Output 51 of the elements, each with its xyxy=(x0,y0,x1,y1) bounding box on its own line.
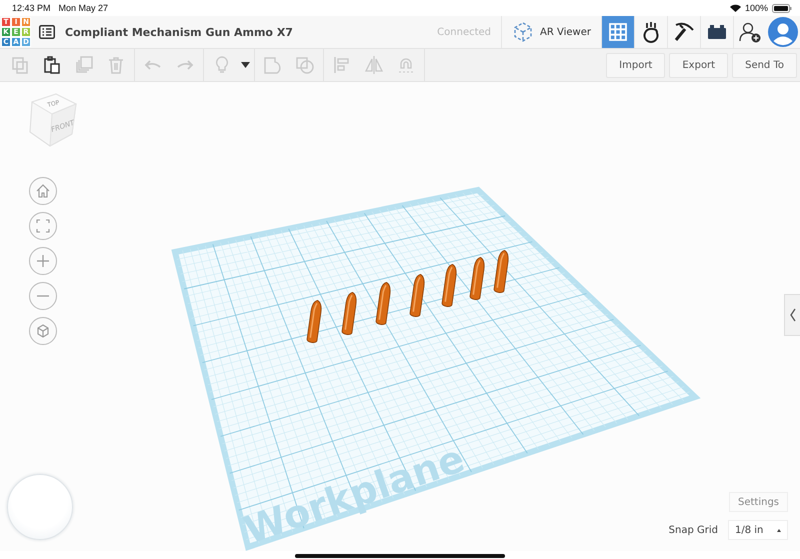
bullet-shape[interactable] xyxy=(306,300,322,343)
grid-icon xyxy=(609,23,627,41)
align-icon xyxy=(333,56,351,74)
bullet-shape[interactable] xyxy=(442,264,457,307)
battery-percent: 100% xyxy=(744,3,768,13)
cube-icon xyxy=(36,324,50,338)
bullet-shape[interactable] xyxy=(494,250,509,293)
snap-grid-label: Snap Grid xyxy=(668,524,718,536)
group-icon xyxy=(263,56,283,74)
fit-icon xyxy=(36,219,50,233)
cube-icon xyxy=(512,21,534,43)
home-icon xyxy=(36,184,50,198)
projection-button[interactable] xyxy=(29,317,57,345)
toolbar-button[interactable]: Export xyxy=(669,52,728,78)
status-time: 12:43 PM xyxy=(12,3,51,13)
brick-icon xyxy=(707,24,727,40)
bullet-shape[interactable] xyxy=(410,274,425,317)
trash-icon xyxy=(107,56,125,74)
duplicate-icon xyxy=(75,56,93,74)
home-view-button[interactable] xyxy=(29,177,57,205)
caret-icon xyxy=(240,62,250,68)
add-user-icon xyxy=(739,21,761,43)
battery-icon xyxy=(772,4,792,12)
status-date: Mon May 27 xyxy=(58,3,108,13)
wifi-icon xyxy=(730,4,741,12)
bullet-shape[interactable] xyxy=(470,257,485,300)
panel-toggle[interactable] xyxy=(784,294,800,336)
ar-viewer-button[interactable]: AR Viewer xyxy=(502,16,601,48)
plus-icon xyxy=(36,254,50,268)
zoom-in-button[interactable] xyxy=(29,247,57,275)
connection-status: Connected xyxy=(427,16,502,48)
paste-icon xyxy=(43,56,61,74)
ungroup-icon xyxy=(295,56,315,74)
toolbar-button[interactable]: Import xyxy=(606,52,666,78)
snap-grid-select[interactable]: 1/8 in xyxy=(728,520,788,540)
zoom-out-button[interactable] xyxy=(29,282,57,310)
chevron-left-icon xyxy=(790,308,796,322)
design-list-button[interactable] xyxy=(39,25,55,39)
mirror-icon xyxy=(364,56,384,74)
design-title: Compliant Mechanism Gun Ammo X7 xyxy=(65,26,294,38)
light-bulb-icon xyxy=(213,56,231,74)
list-icon xyxy=(39,25,55,39)
toolbar-button[interactable]: Send To xyxy=(732,52,797,78)
blob-icon xyxy=(641,21,661,43)
copy-icon xyxy=(11,56,29,74)
bullet-shape[interactable] xyxy=(342,292,357,335)
fit-view-button[interactable] xyxy=(29,212,57,240)
magnet-icon xyxy=(396,56,416,74)
avatar-icon[interactable] xyxy=(768,17,798,47)
bullet-shape[interactable] xyxy=(376,282,391,325)
pickaxe-icon xyxy=(673,21,695,43)
